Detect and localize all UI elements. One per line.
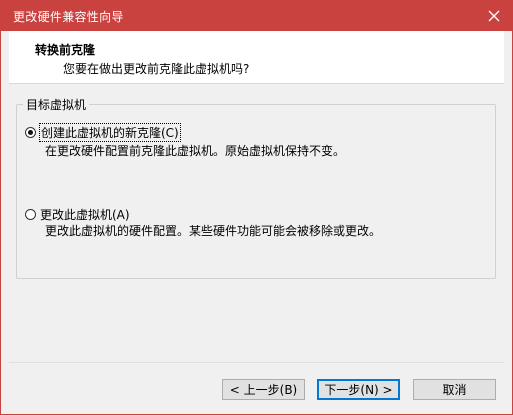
footer-divider: [9, 362, 504, 363]
wizard-window: 更改硬件兼容性向导 转换前克隆 您要在做出更改前克隆此虚拟机吗? 目标虚拟机 创…: [0, 0, 513, 415]
radio-button-modify[interactable]: [25, 209, 36, 220]
radio-option-clone[interactable]: 创建此虚拟机的新克隆(C): [25, 123, 181, 142]
radio-button-clone[interactable]: [25, 127, 36, 138]
window-title: 更改硬件兼容性向导: [13, 10, 124, 24]
cancel-button[interactable]: 取消: [413, 379, 496, 400]
radio-selected-dot: [28, 130, 33, 135]
radio-label-clone[interactable]: 创建此虚拟机的新克隆(C): [39, 123, 181, 142]
back-button[interactable]: < 上一步(B): [222, 379, 305, 400]
close-icon: [488, 10, 500, 22]
groupbox-label: 目标虚拟机: [23, 96, 90, 113]
page-title: 转换前克隆: [35, 43, 96, 57]
radio-label-modify[interactable]: 更改此虚拟机(A): [40, 206, 130, 223]
radio-option-modify[interactable]: 更改此虚拟机(A): [25, 206, 130, 223]
close-button[interactable]: [476, 1, 512, 31]
radio-description-modify: 更改此虚拟机的硬件配置。某些硬件功能可能会被移除或更改。: [45, 224, 382, 238]
title-bar[interactable]: 更改硬件兼容性向导: [1, 1, 512, 31]
radio-description-clone: 在更改硬件配置前克隆此虚拟机。原始虚拟机保持不变。: [45, 144, 346, 158]
next-button[interactable]: 下一步(N) >: [317, 379, 400, 400]
page-subtitle: 您要在做出更改前克隆此虚拟机吗?: [63, 62, 250, 76]
wizard-header: 转换前克隆 您要在做出更改前克隆此虚拟机吗?: [9, 31, 504, 84]
